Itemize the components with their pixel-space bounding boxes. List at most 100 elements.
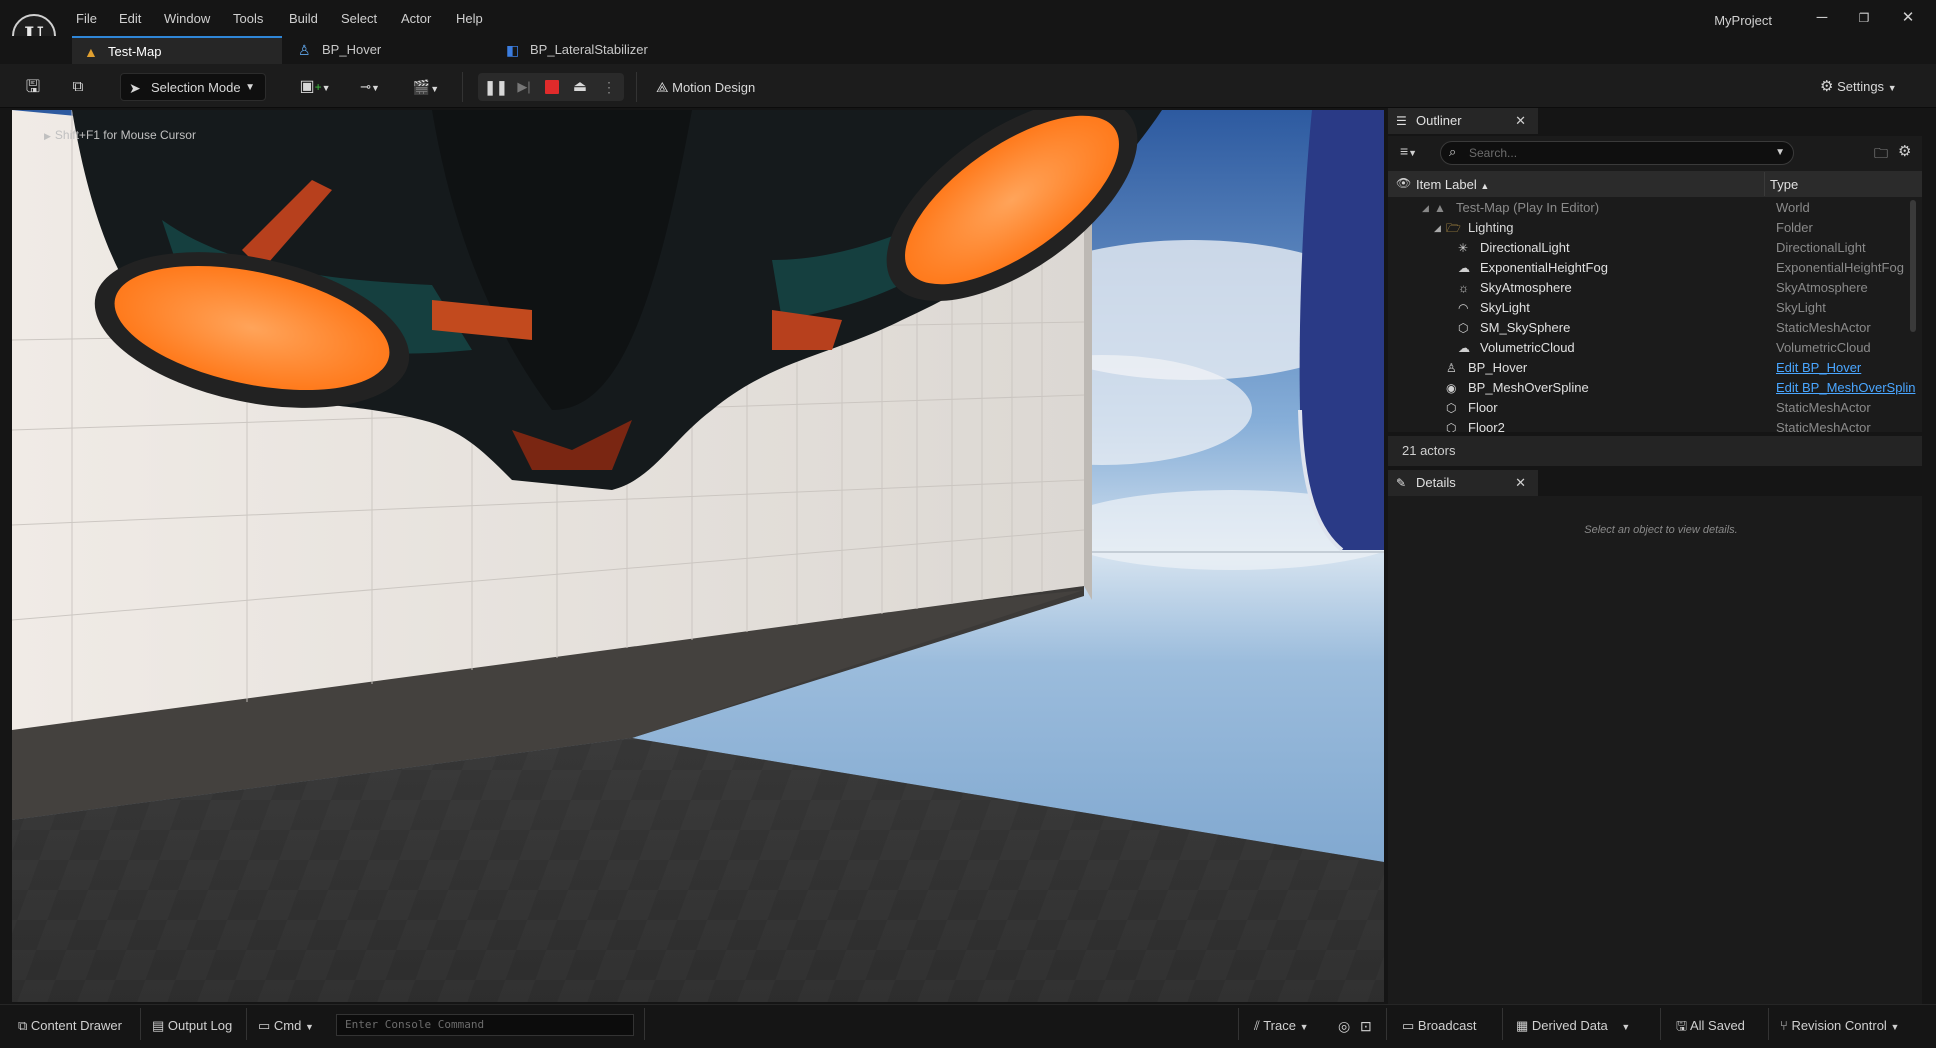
console-command-input[interactable]: Enter Console Command — [336, 1014, 634, 1036]
minimize-icon[interactable]: ─ — [1812, 8, 1832, 28]
status-divider — [140, 1008, 141, 1040]
menu-window[interactable]: Window — [164, 11, 210, 26]
outliner-search-input[interactable]: ⌕ Search... ▼ — [1440, 141, 1794, 165]
save-icon[interactable]: 🖫 — [18, 73, 48, 101]
screenshot-icon[interactable]: ⊡ — [1360, 1016, 1372, 1036]
row-label: DirectionalLight — [1480, 240, 1570, 255]
chevron-down-icon: ▼ — [321, 83, 331, 93]
outliner-row[interactable]: ☼ SkyAtmosphere SkyAtmosphere — [1388, 278, 1922, 298]
close-icon[interactable]: ✕ — [1515, 108, 1526, 134]
chevron-down-icon: ▼ — [245, 82, 255, 93]
fog-icon: ☁ — [1458, 261, 1470, 275]
tab-bp-hover[interactable]: ♙ BP_Hover — [286, 36, 486, 64]
row-label: Floor2 — [1468, 420, 1505, 432]
status-divider — [1386, 1008, 1387, 1040]
level-viewport[interactable] — [12, 110, 1384, 1002]
motion-design-icon: ⟁ — [656, 79, 669, 95]
outliner-row[interactable]: ☁ VolumetricCloud VolumetricCloud — [1388, 338, 1922, 358]
menu-select[interactable]: Select — [341, 11, 377, 26]
play-arrow-icon: ▶ — [44, 131, 51, 141]
cinematics-button[interactable]: 🎬▼ — [406, 73, 446, 101]
actor-icon: ◉ — [1446, 381, 1457, 395]
all-saved-button[interactable]: 🖫 All Saved — [1676, 1016, 1745, 1036]
outliner-row-folder[interactable]: ◢ 🗁 Lighting Folder — [1388, 218, 1922, 238]
branch-icon: ⑂ — [1780, 1018, 1788, 1033]
step-frame-icon[interactable]: ▶| — [512, 73, 536, 101]
row-type: World — [1776, 200, 1810, 215]
menu-edit[interactable]: Edit — [119, 11, 141, 26]
more-options-icon[interactable]: ⋮ — [600, 73, 618, 101]
stop-icon — [545, 80, 559, 94]
outliner-row[interactable]: ⬡ SM_SkySphere StaticMeshActor — [1388, 318, 1922, 338]
mesh-icon: ⬡ — [1446, 401, 1457, 415]
sort-ascending-icon: ▲ — [1480, 181, 1490, 191]
add-actor-button[interactable]: ▣+▼ — [294, 73, 336, 101]
outliner-row[interactable]: ◉ BP_MeshOverSpline Edit BP_MeshOverSpli… — [1388, 378, 1922, 398]
motion-design-button[interactable]: ⟁ Motion Design — [656, 73, 768, 101]
cmd-dropdown[interactable]: ▭ Cmd ▼ — [258, 1016, 314, 1036]
eye-icon[interactable]: 👁 — [1396, 176, 1411, 190]
tab-bp-lateral-stabilizer[interactable]: ◧ BP_LateralStabilizer — [494, 36, 714, 64]
tab-test-map[interactable]: ▲ Test-Map — [72, 36, 282, 64]
chevron-down-icon: ▼ — [430, 84, 440, 94]
settings-label: Settings — [1837, 79, 1885, 94]
derived-data-dropdown[interactable]: ▦ Derived Data ▼ — [1516, 1016, 1630, 1036]
chevron-down-icon: ▼ — [1775, 147, 1785, 158]
outliner-row[interactable]: ✳ DirectionalLight DirectionalLight — [1388, 238, 1922, 258]
row-label: SkyAtmosphere — [1480, 280, 1572, 295]
record-icon[interactable]: ◎ — [1338, 1016, 1350, 1036]
outliner-row-world[interactable]: ◢ ▲ Test-Map (Play In Editor) World — [1388, 198, 1922, 218]
status-divider — [1238, 1008, 1239, 1040]
outliner-row[interactable]: ♙ BP_Hover Edit BP_Hover — [1388, 358, 1922, 378]
outliner-row[interactable]: ☁ ExponentialHeightFog ExponentialHeight… — [1388, 258, 1922, 278]
menu-help[interactable]: Help — [456, 11, 483, 26]
terminal-icon: ▭ — [258, 1018, 271, 1033]
status-divider — [1660, 1008, 1661, 1040]
chevron-down-icon: ▼ — [1299, 1022, 1309, 1032]
outliner-row[interactable]: ⬡ Floor2 StaticMeshActor — [1388, 418, 1922, 432]
details-title: Details — [1416, 475, 1456, 490]
revision-control-dropdown[interactable]: ⑂ Revision Control ▼ — [1780, 1016, 1899, 1036]
pawn-icon: ♙ — [1446, 361, 1457, 375]
viewport-scene — [12, 110, 1384, 1002]
gear-icon[interactable]: ⚙ — [1898, 142, 1911, 160]
menu-build[interactable]: Build — [289, 11, 318, 26]
browse-content-icon[interactable]: ⧉ — [62, 73, 94, 101]
filter-icon[interactable]: ≡▼ — [1400, 143, 1417, 159]
stop-button[interactable] — [540, 73, 564, 101]
output-log-button[interactable]: ▤ Output Log — [152, 1016, 232, 1036]
chevron-down-icon: ▼ — [1621, 1022, 1631, 1032]
close-window-icon[interactable]: ✕ — [1898, 8, 1918, 28]
content-drawer-button[interactable]: ⧉ Content Drawer — [18, 1016, 122, 1036]
details-tab[interactable]: ✎ Details ✕ — [1388, 470, 1538, 496]
viewport-hint: ▶ Shift+F1 for Mouse Cursor — [44, 128, 196, 142]
outliner-row[interactable]: ◠ SkyLight SkyLight — [1388, 298, 1922, 318]
column-type[interactable]: Type — [1770, 177, 1798, 192]
pause-icon[interactable]: ❚❚ — [484, 73, 508, 101]
atmosphere-icon: ☼ — [1458, 281, 1469, 295]
tab-label: BP_Hover — [322, 42, 382, 57]
edit-blueprint-link[interactable]: Edit BP_Hover — [1776, 358, 1918, 378]
column-item-label[interactable]: Item Label ▲ — [1416, 177, 1489, 192]
outliner-scrollbar[interactable] — [1910, 200, 1916, 332]
status-divider — [644, 1008, 645, 1040]
add-folder-icon[interactable]: 🗀 — [1874, 143, 1888, 167]
blueprint-graph-icon: ⊸ — [360, 79, 371, 94]
eject-icon[interactable]: ⏏ — [568, 73, 592, 101]
sun-icon: ✳ — [1458, 241, 1469, 255]
edit-blueprint-link[interactable]: Edit BP_MeshOverSplin — [1776, 378, 1918, 398]
trace-dropdown[interactable]: ⫽ Trace ▼ — [1254, 1016, 1309, 1036]
outliner-tab[interactable]: ☰ Outliner ✕ — [1388, 108, 1538, 134]
selection-mode-dropdown[interactable]: ➤ Selection Mode ▼ — [120, 73, 266, 101]
menu-tools[interactable]: Tools — [233, 11, 263, 26]
restore-icon[interactable]: ❐ — [1854, 8, 1874, 28]
row-type: StaticMeshActor — [1776, 320, 1871, 335]
settings-button[interactable]: ⚙ Settings ▼ — [1820, 73, 1912, 101]
menu-file[interactable]: File — [76, 11, 97, 26]
menu-actor[interactable]: Actor — [401, 11, 431, 26]
broadcast-button[interactable]: ▭ Broadcast — [1402, 1016, 1476, 1036]
blueprints-button[interactable]: ⊸▼ — [350, 73, 390, 101]
close-icon[interactable]: ✕ — [1515, 470, 1526, 496]
outliner-row[interactable]: ⬡ Floor StaticMeshActor — [1388, 398, 1922, 418]
actor-count: 21 actors — [1388, 436, 1922, 466]
